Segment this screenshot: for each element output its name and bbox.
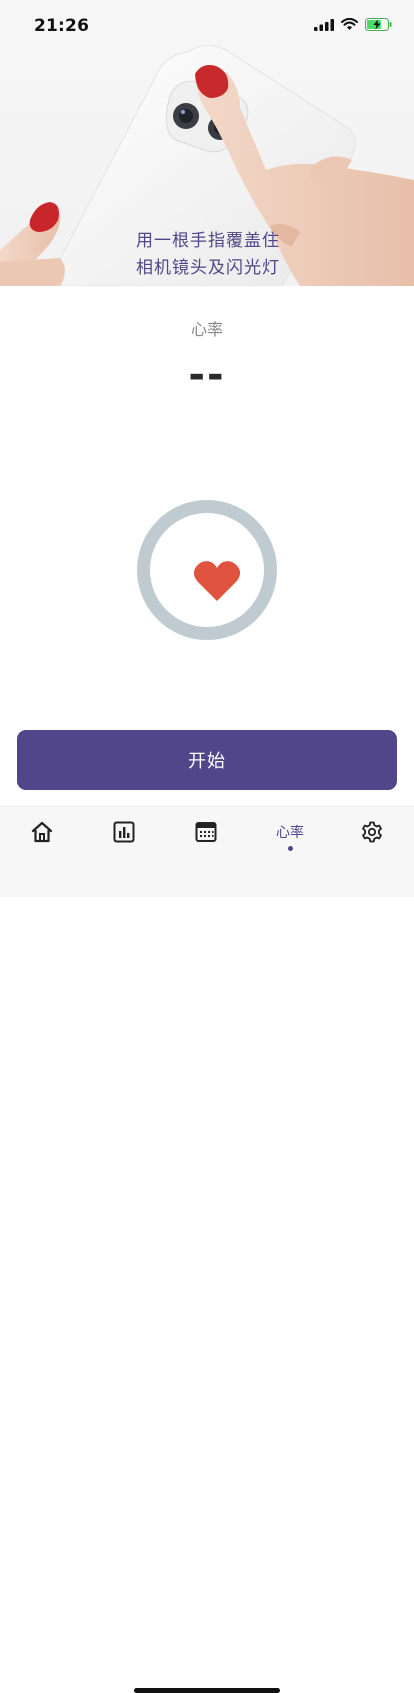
caption-line-1: 用一根手指覆盖住	[136, 231, 280, 251]
heart-rate-tab-label: 心率	[276, 825, 304, 841]
metric-label: 心率	[190, 320, 223, 339]
tab-bar: 心率	[0, 806, 414, 1693]
tab-settings[interactable]	[352, 821, 392, 861]
tab-calendar[interactable]	[186, 821, 226, 861]
caption-line-2: 相机镜头及闪光灯	[136, 258, 280, 278]
start-button[interactable]: 开始	[17, 730, 397, 790]
heart-rate-value: --	[188, 352, 226, 398]
home-icon	[31, 821, 53, 843]
bar-chart-icon	[113, 821, 135, 843]
tab-statistics[interactable]	[104, 821, 144, 861]
heart-icon	[193, 561, 241, 601]
gear-icon	[362, 821, 382, 843]
wifi-icon	[341, 18, 358, 30]
heart-rate-indicator	[137, 500, 277, 640]
active-tab-indicator	[287, 846, 293, 851]
status-bar: 21:26	[0, 0, 414, 52]
cellular-signal-icon	[314, 18, 334, 31]
instruction-caption: 用一根手指覆盖住 相机镜头及闪光灯	[136, 228, 296, 282]
tab-heart-rate[interactable]: 心率	[270, 821, 310, 861]
home-indicator	[134, 1688, 280, 1693]
battery-charging-icon	[365, 18, 392, 31]
calendar-icon	[195, 822, 217, 842]
tab-home[interactable]	[22, 821, 62, 861]
status-time: 21:26	[34, 16, 90, 36]
